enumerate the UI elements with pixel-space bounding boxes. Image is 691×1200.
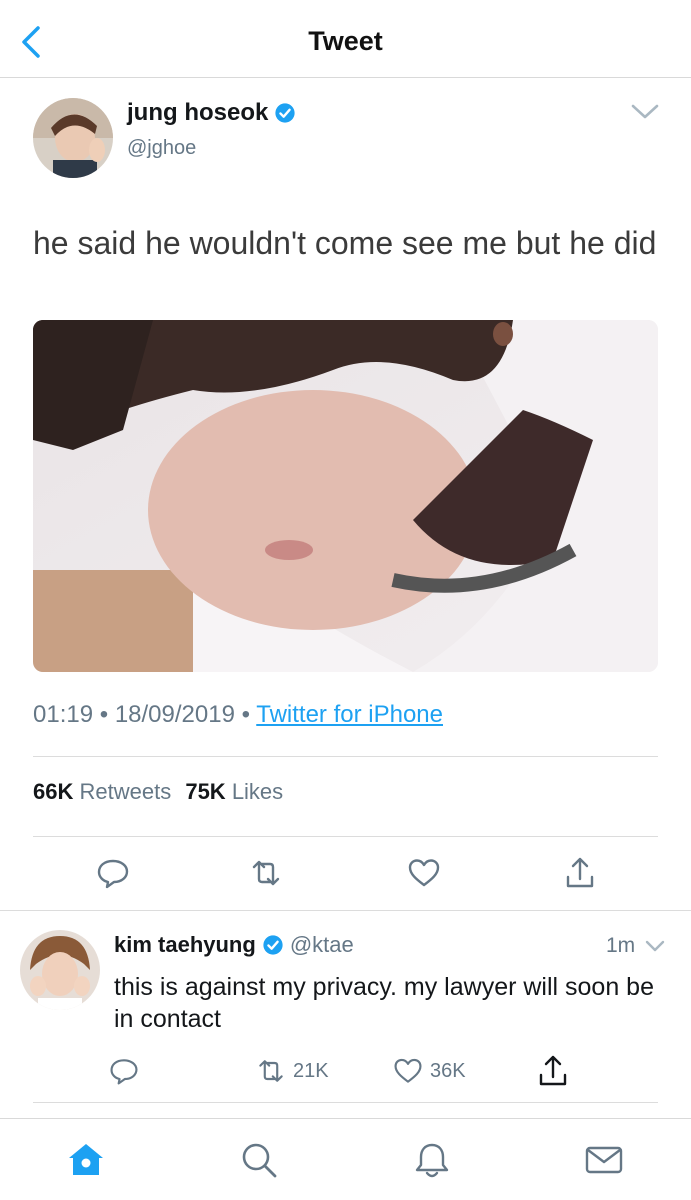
tab-notifications[interactable] [411,1139,453,1181]
tab-messages[interactable] [583,1139,625,1181]
reply-like-button[interactable]: 36K [392,1054,466,1088]
divider [0,910,691,911]
tweet-text: he said he wouldn't come see me but he d… [33,225,657,261]
tab-home[interactable] [65,1139,107,1181]
bell-icon [415,1143,449,1178]
reply-retweet-button[interactable]: 21K [255,1054,329,1088]
retweets-count: 66K [33,779,74,804]
top-nav-bar: Tweet [0,0,691,78]
engagement-counts: 66K Retweets 75K Likes [33,779,291,805]
reply-author-name[interactable]: kim taehyung [114,932,256,958]
more-options-button[interactable] [630,101,660,123]
avatar-photo [20,930,100,1010]
separator-dot: • [99,701,115,728]
speech-bubble-icon [97,859,129,889]
avatar[interactable] [33,98,113,178]
like-button[interactable] [406,855,442,891]
verified-badge-icon [263,935,283,955]
tweet-photo[interactable] [33,320,658,672]
reply-reply-button[interactable] [108,1054,140,1088]
chevron-down-icon [645,940,665,952]
separator-dot: • [241,701,257,728]
tweet-date: 18/09/2019 [114,701,235,728]
tab-search[interactable] [238,1139,280,1181]
chevron-down-icon [631,104,659,119]
photo-content [33,320,658,672]
tweet-time: 01:19 [33,701,94,728]
avatar[interactable] [20,930,100,1010]
share-icon [566,857,594,888]
reply-like-count: 36K [430,1059,466,1082]
likes-stat[interactable]: 75K Likes [185,779,283,804]
heart-icon [408,859,440,887]
retweet-button[interactable] [248,855,284,891]
envelope-icon [585,1146,623,1174]
likes-label: Likes [231,779,284,804]
retweets-stat[interactable]: 66K Retweets [33,779,171,804]
home-icon [69,1144,103,1175]
divider [33,836,658,837]
reply-more-options-button[interactable] [644,938,666,956]
search-icon [242,1143,277,1178]
share-button[interactable] [562,855,598,891]
retweets-label: Retweets [79,779,172,804]
page-title: Tweet [308,26,383,56]
avatar-photo [33,98,113,178]
reply-text: this is against my privacy. my lawyer wi… [114,973,654,1033]
verified-badge-icon [275,103,295,123]
share-icon [539,1055,567,1086]
bottom-tab-bar [0,1118,691,1200]
reply-author-handle: @ktae [289,932,354,957]
retweet-icon [252,860,280,886]
likes-count: 75K [185,779,226,804]
divider [33,1102,658,1103]
reply-header: kim taehyung @ktae [114,932,354,958]
author-name-text: jung hoseok [127,99,269,126]
retweet-icon [259,1060,283,1082]
reply-share-button[interactable] [535,1054,571,1088]
divider [33,756,658,757]
author-name[interactable]: jung hoseok [127,99,296,127]
heart-icon [394,1058,422,1083]
reply-button[interactable] [95,855,131,891]
author-handle: @jghoe [127,137,197,159]
source-link[interactable]: Twitter for iPhone [256,701,443,728]
reply-retweet-count: 21K [293,1059,329,1082]
tweet-meta: 01:19 • 18/09/2019 • Twitter for iPhone [33,701,443,729]
speech-bubble-icon [110,1059,138,1085]
reply-timestamp: 1m [606,934,636,957]
